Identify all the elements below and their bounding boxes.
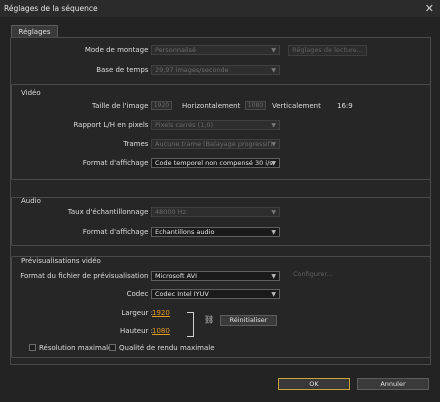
- audio-display-format-label: Format d'affichage :: [82, 228, 153, 236]
- timebase-dropdown[interactable]: 29,97 images/seconde ▼: [151, 65, 280, 75]
- configure-button[interactable]: Configurer...: [293, 270, 345, 281]
- chevron-down-icon: ▼: [271, 291, 276, 298]
- frame-width-field[interactable]: 1920: [151, 101, 172, 110]
- chevron-down-icon: ▼: [271, 122, 276, 129]
- horizontal-label: Horizontalement: [182, 102, 241, 110]
- sequence-settings-dialog: Réglages Mode de montage : Personnalisé …: [0, 17, 440, 402]
- codec-label: Codec :: [126, 290, 153, 298]
- fields-label: Trames :: [123, 140, 153, 148]
- chevron-down-icon: ▼: [271, 160, 276, 167]
- video-display-format-dropdown[interactable]: Code temporel non compensé 30 i/s ▼: [151, 158, 280, 168]
- sample-rate-label: Taux d'échantillonnage :: [67, 208, 153, 216]
- chevron-down-icon: ▼: [271, 273, 276, 280]
- height-label: Hauteur :: [120, 327, 153, 335]
- audio-display-format-value: Echantillons audio: [155, 228, 215, 236]
- close-icon[interactable]: ✕: [425, 2, 434, 15]
- preview-file-format-dropdown[interactable]: Microsoft AVI ▼: [151, 271, 280, 281]
- sample-rate-value: 48000 Hz: [155, 208, 187, 216]
- frame-size-label: Taille de l'image :: [91, 102, 153, 110]
- playback-settings-button[interactable]: Réglages de lecture...: [288, 45, 367, 56]
- link-bracket: [187, 312, 194, 337]
- chevron-down-icon: ▼: [271, 47, 276, 54]
- audio-section: Audio Taux d'échantillonnage : 48000 Hz …: [11, 197, 431, 246]
- aspect-ratio: 16:9: [337, 102, 353, 110]
- timebase-label: Base de temps :: [96, 66, 153, 74]
- fields-dropdown[interactable]: Aucune trame (Balayage progressif) ▼: [151, 139, 280, 149]
- max-bit-depth-label: Résolution maximale: [39, 344, 113, 352]
- video-previews-section: Prévisualisations vidéo Format du fichie…: [11, 256, 431, 358]
- ok-button[interactable]: OK: [278, 378, 350, 390]
- max-bit-depth-checkbox[interactable]: [29, 344, 36, 351]
- sample-rate-dropdown[interactable]: 48000 Hz ▼: [151, 207, 280, 217]
- chevron-down-icon: ▼: [271, 209, 276, 216]
- width-label: Largeur :: [121, 309, 153, 317]
- preview-file-format-value: Microsoft AVI: [155, 272, 198, 280]
- codec-dropdown[interactable]: Codec Intel IYUV ▼: [151, 289, 280, 299]
- audio-display-format-dropdown[interactable]: Echantillons audio ▼: [151, 227, 280, 237]
- pixel-aspect-dropdown[interactable]: Pixels carrés (1,0) ▼: [151, 120, 280, 130]
- window-title: Réglages de la séquence: [4, 4, 98, 13]
- codec-value: Codec Intel IYUV: [155, 290, 209, 298]
- chevron-down-icon: ▼: [271, 67, 276, 74]
- edit-mode-label: Mode de montage :: [84, 46, 153, 54]
- frame-height-field[interactable]: 1080: [245, 101, 266, 110]
- audio-section-title: Audio: [21, 197, 41, 205]
- pixel-aspect-label: Rapport L/H en pixels :: [73, 121, 153, 129]
- title-bar: Réglages de la séquence ✕: [0, 0, 440, 18]
- max-render-quality-label: Qualité de rendu maximale: [119, 344, 215, 352]
- max-render-quality-checkbox[interactable]: [109, 344, 116, 351]
- timebase-value: 29,97 images/seconde: [155, 66, 229, 74]
- edit-mode-value: Personnalisé: [155, 46, 196, 54]
- chevron-down-icon: ▼: [271, 141, 276, 148]
- settings-panel: Mode de montage : Personnalisé ▼ Réglage…: [10, 37, 431, 365]
- fields-value: Aucune trame (Balayage progressif): [155, 140, 273, 148]
- preview-file-format-label: Format du fichier de prévisualisation :: [20, 272, 153, 280]
- width-value[interactable]: 1920: [152, 309, 170, 317]
- reset-button[interactable]: Réinitialiser: [220, 315, 277, 326]
- cancel-button[interactable]: Annuler: [357, 378, 429, 390]
- chevron-down-icon: ▼: [271, 229, 276, 236]
- edit-mode-dropdown[interactable]: Personnalisé ▼: [151, 45, 280, 55]
- link-icon[interactable]: ⛓: [204, 315, 214, 324]
- vertical-label: Verticalement: [272, 102, 321, 110]
- video-section-title: Vidéo: [21, 89, 41, 97]
- video-display-format-label: Format d'affichage :: [82, 159, 153, 167]
- height-value[interactable]: 1080: [152, 327, 170, 335]
- video-section: Vidéo Taille de l'image : 1920 Horizonta…: [11, 84, 431, 180]
- video-display-format-value: Code temporel non compensé 30 i/s: [155, 159, 273, 167]
- video-previews-title: Prévisualisations vidéo: [21, 257, 101, 265]
- pixel-aspect-value: Pixels carrés (1,0): [155, 121, 213, 129]
